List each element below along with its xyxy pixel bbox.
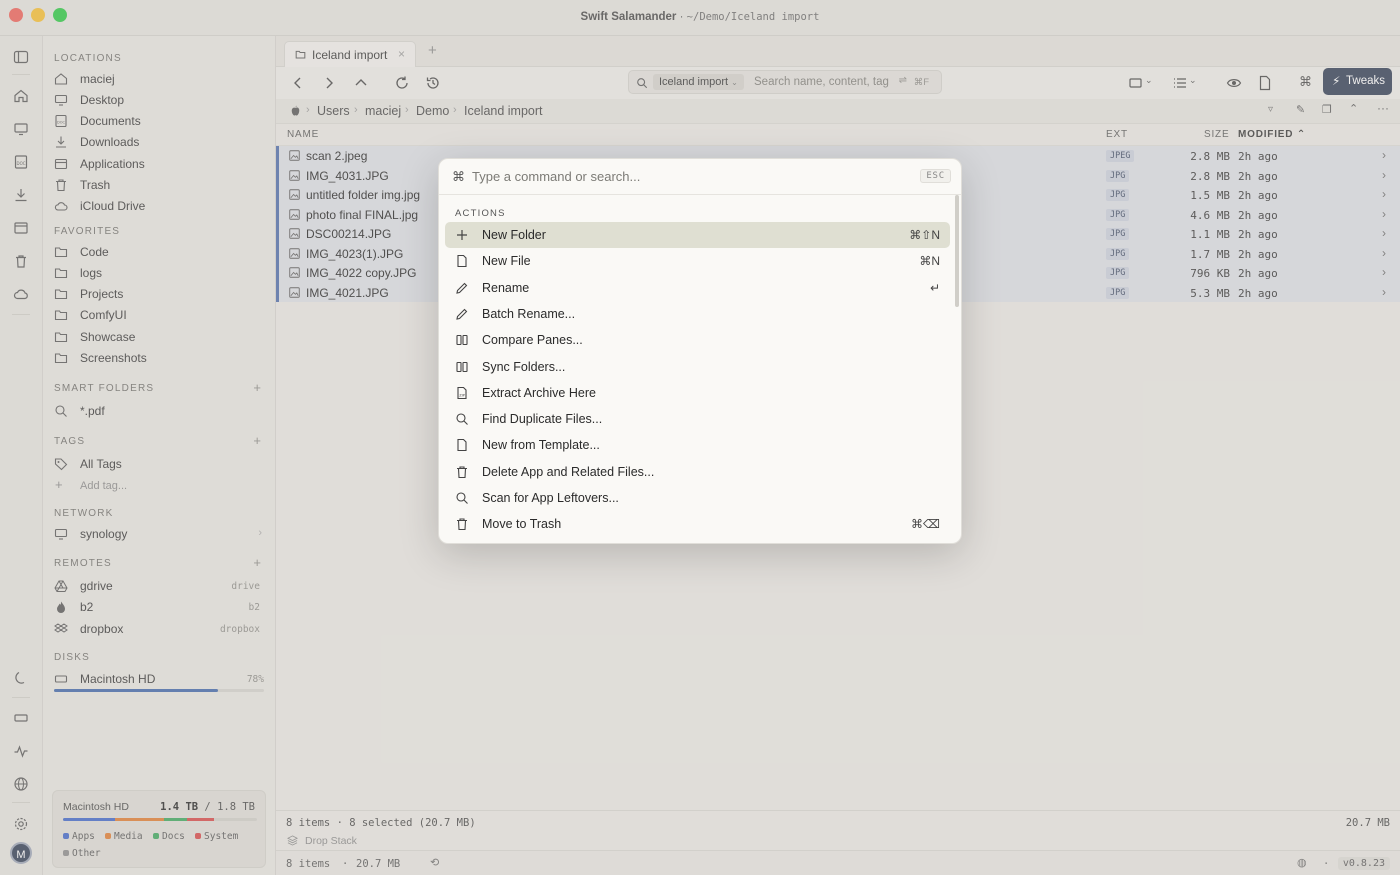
action-label: New from Template...	[482, 438, 600, 453]
command-palette-search[interactable]: ⌘ Type a command or search... ESC	[439, 159, 961, 195]
columns-icon	[456, 361, 468, 372]
command-search-input[interactable]: Type a command or search...	[472, 169, 640, 184]
archive-icon: ZIP	[457, 386, 467, 399]
action-new-from-template[interactable]: New from Template...	[445, 432, 950, 458]
columns-icon	[456, 335, 468, 346]
command-icon: ⌘	[452, 169, 465, 184]
action-label: Find Duplicate Files...	[482, 412, 603, 427]
palette-scrollbar[interactable]	[955, 195, 959, 307]
svg-text:ZIP: ZIP	[459, 393, 465, 397]
command-palette: ⌘ Type a command or search... ESC ACTION…	[438, 158, 962, 544]
search-icon	[456, 413, 468, 425]
file-icon	[457, 439, 467, 452]
action-compare-panes[interactable]: Compare Panes...	[445, 327, 950, 353]
action-rename[interactable]: Rename ↵	[445, 275, 950, 301]
search-icon	[456, 492, 468, 504]
action-extract-archive[interactable]: ZIP Extract Archive Here	[445, 380, 950, 406]
action-label: Sync Folders...	[482, 359, 566, 374]
file-icon	[457, 255, 467, 268]
action-shortcut: ⌘⌫	[911, 517, 940, 532]
action-label: Extract Archive Here	[482, 385, 596, 400]
action-label: Batch Rename...	[482, 306, 576, 321]
pencil-icon	[456, 308, 468, 320]
action-shortcut: ⌘N	[919, 254, 940, 269]
trash-icon	[457, 518, 467, 531]
action-shortcut: ↵	[929, 280, 940, 295]
action-label: Move to Trash	[482, 517, 562, 532]
action-new-file[interactable]: New File ⌘N	[445, 248, 950, 274]
trash-icon	[457, 466, 467, 478]
action-label: New Folder	[482, 228, 546, 242]
action-shortcut: ⌘⇧N	[909, 228, 940, 242]
action-sync-folders[interactable]: Sync Folders...	[445, 354, 950, 380]
plus-icon	[457, 230, 467, 240]
pencil-icon	[456, 282, 468, 294]
action-label: Scan for App Leftovers...	[482, 491, 619, 505]
action-label: New File	[482, 254, 531, 269]
action-move-to-trash[interactable]: Move to Trash ⌘⌫	[445, 511, 950, 537]
action-label: Rename	[482, 280, 530, 295]
action-label: Delete App and Related Files...	[482, 464, 655, 479]
action-batch-rename[interactable]: Batch Rename...	[445, 301, 950, 327]
escape-hint[interactable]: ESC	[920, 169, 951, 183]
action-label: Compare Panes...	[482, 333, 583, 348]
action-delete-app[interactable]: Delete App and Related Files...	[445, 459, 950, 485]
actions-section-header: ACTIONS	[455, 208, 506, 219]
action-new-folder[interactable]: New Folder ⌘⇧N	[445, 222, 950, 248]
action-scan-leftovers[interactable]: Scan for App Leftovers...	[445, 485, 950, 511]
action-find-duplicates[interactable]: Find Duplicate Files...	[445, 406, 950, 432]
